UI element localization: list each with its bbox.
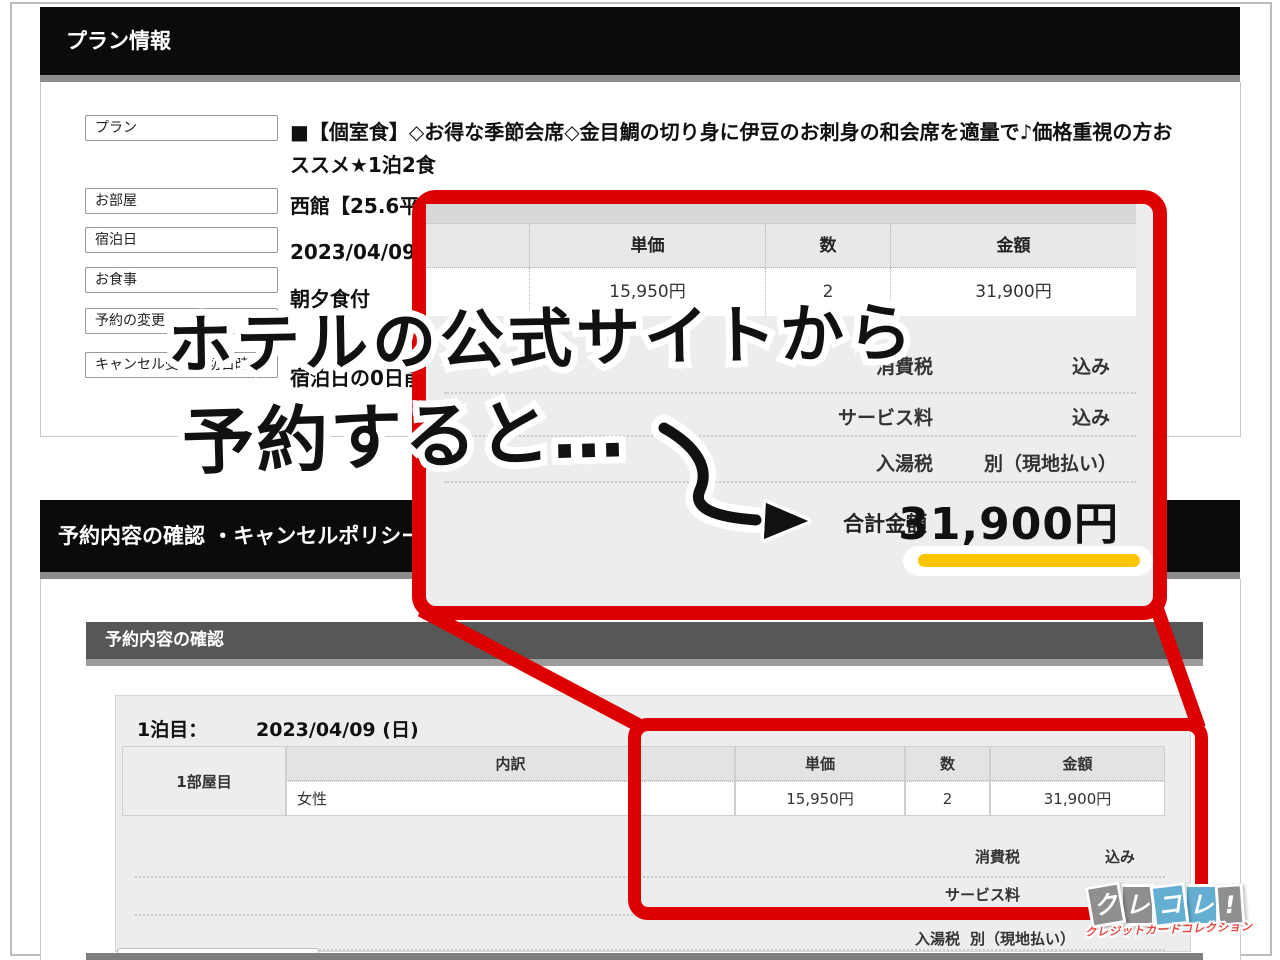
night-number: 1泊目： (137, 715, 207, 742)
confirm-title: 予約内容の確認 ・キャンセルポリシー (58, 524, 422, 548)
zoom-service-value: 込み (970, 403, 1110, 430)
field-value-plan: ■【個室食】◇お得な季節会席◇金目鯛の切り身に伊豆のお刺身の和会席を適量で♪価格… (290, 116, 1185, 182)
yellow-marker-underline (918, 554, 1140, 567)
zoom-bath-tax-value: 別（現地払い） (927, 449, 1117, 476)
zoom-top-strip (426, 204, 1136, 224)
zoom-col-header-amount: 金額 (890, 224, 1136, 268)
zoom-col-header-unit-price: 単価 (529, 224, 765, 268)
zoom-col-header-empty (426, 224, 529, 268)
confirm-inner-title: 予約内容の確認 (105, 630, 224, 650)
handwritten-note-line2: 予約すると… (181, 372, 628, 489)
night-date: 2023/04/09 (日) (256, 715, 419, 742)
zoom-tax-value: 込み (970, 352, 1110, 379)
field-label-plan: プラン (85, 115, 278, 141)
plan-info-title: プラン情報 (66, 29, 171, 53)
field-label-meal: お食事 (85, 267, 278, 293)
field-label-room: お部屋 (85, 188, 278, 214)
zoom-col-header-count: 数 (765, 224, 890, 268)
logo-char: ク (1085, 881, 1127, 928)
handwritten-note-line1: ホテルの公式サイトから (167, 281, 916, 386)
zoom-cell-amount: 31,900円 (890, 268, 1136, 316)
zoom-service-label: サービス料 (753, 403, 933, 430)
divider (444, 481, 1136, 483)
confirm-inner-header: 予約内容の確認 (86, 622, 1203, 659)
field-label-date: 宿泊日 (85, 227, 278, 253)
plan-info-header-bar: プラン情報 (40, 7, 1240, 75)
field-value-date: 2023/04/09 (290, 240, 416, 264)
divider (40, 75, 1240, 82)
cutoff-next-section-bar (86, 953, 1203, 960)
divider (86, 659, 1203, 666)
room-cell: 1部屋目 (122, 746, 286, 816)
bath-tax-label: 入湯税 (800, 928, 960, 949)
screenshot-root: プラン情報 プラン ■【個室食】◇お得な季節会席◇金目鯛の切り身に伊豆のお刺身の… (0, 0, 1280, 960)
zoom-bath-tax-label: 入湯税 (753, 449, 933, 476)
grand-total-value: 31,900円 (898, 488, 1119, 552)
